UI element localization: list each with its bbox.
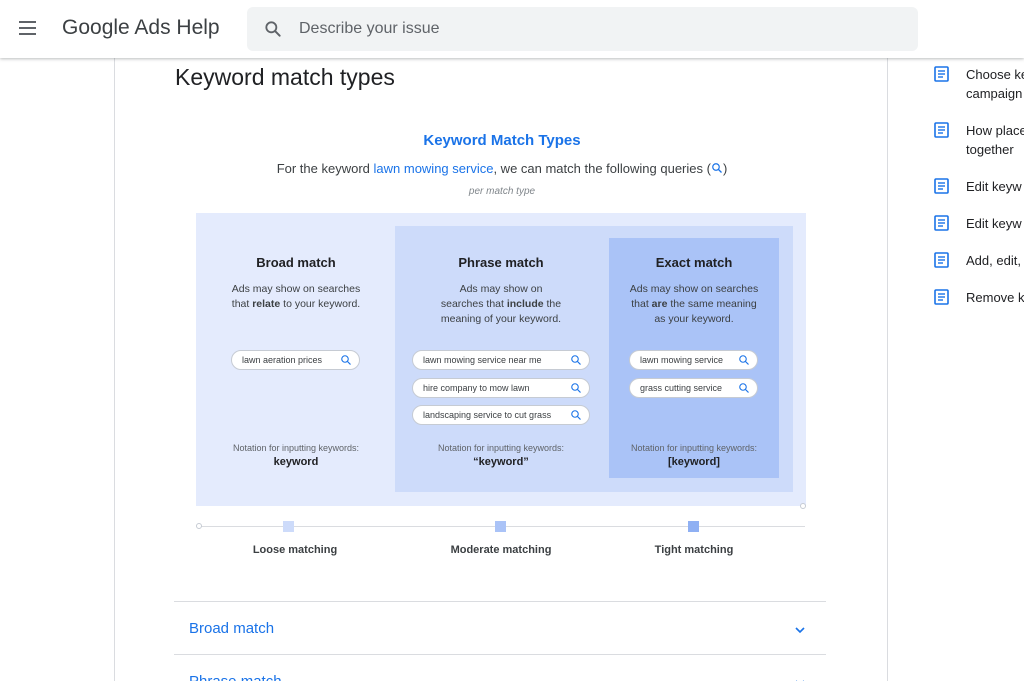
query-pill: hire company to mow lawn [412,378,590,398]
phrase-heading: Phrase match [458,255,544,270]
phrase-notation-label: Notation for inputting keywords: [437,443,565,453]
exact-heading: Exact match [655,255,733,270]
document-icon [934,215,949,231]
exact-notation-value: [keyword] [668,456,720,468]
broad-desc-line2: that relate to your keyword. [231,298,361,310]
figure-subtitle: For the keyword lawn mowing service, we … [0,161,1004,176]
query-pill: grass cutting service [629,378,758,398]
loose-matching-label: Loose matching [252,544,338,556]
chevron-down-icon[interactable] [792,622,808,638]
phrase-desc-line3: meaning of your keyword. [440,313,562,325]
search-icon [571,383,581,393]
exact-desc-line2: that are the same meaning [631,298,757,310]
search-icon [712,163,722,173]
moderate-marker [495,521,506,532]
search-icon [571,410,581,420]
sidebar-item-label: How place together [966,123,1024,157]
search-icon [739,355,749,365]
subtitle-prefix: For the keyword [276,161,374,176]
app-title[interactable]: Google Ads Help [62,16,220,40]
subtitle-keyword: lawn mowing service [373,161,494,176]
search-icon [341,355,351,365]
sidebar-item-label: Add, edit, [966,253,1021,268]
broad-notation-value: keyword [273,456,319,468]
per-match-type-caption: per match type [468,186,536,197]
exact-desc-line3: as your keyword. [654,313,734,325]
menu-icon[interactable] [17,17,39,39]
query-pill: landscaping service to cut grass [412,405,590,425]
exact-notation-label: Notation for inputting keywords: [630,443,758,453]
chevron-down-icon[interactable] [792,675,808,681]
document-icon [934,178,949,194]
phrase-notation-value: “keyword” [473,456,529,468]
scale-start-dot [196,523,202,529]
accordion-broad-match[interactable]: Broad match [174,601,826,655]
sidebar-item-label: Choose ke campaign [966,67,1024,101]
sidebar-item-label: Remove k [966,290,1024,305]
top-app-bar: Google Ads Help [0,0,1024,58]
subtitle-suffix: , we can match the following queries ( [493,161,711,176]
phrase-desc-line1: Ads may show on [459,283,543,295]
broad-desc-line1: Ads may show on searches [231,283,361,295]
tight-matching-label: Tight matching [654,544,734,556]
exact-description: Ads may show on searches that are the sa… [609,282,779,327]
subtitle-close: ) [722,161,728,176]
document-icon [934,252,949,268]
exact-desc-line1: Ads may show on searches [629,283,759,295]
broad-notation-label: Notation for inputting keywords: [232,443,360,453]
broad-description: Ads may show on searches that relate to … [206,282,386,312]
scale-end-dot [800,503,806,509]
moderate-matching-label: Moderate matching [450,544,552,556]
sidebar-item-label: Edit keyw [966,216,1022,231]
search-icon [739,383,749,393]
search-input[interactable] [299,7,899,51]
sidebar-item-label: Edit keyw [966,179,1022,194]
document-icon [934,66,949,82]
page-title: Keyword match types [175,64,395,90]
accordion-label: Broad match [189,620,275,637]
accordion-label: Phrase match [189,673,282,681]
tight-marker [688,521,699,532]
broad-heading: Broad match [256,255,336,270]
phrase-desc-line2: searches that include the [440,298,562,310]
figure-title: Keyword Match Types [423,132,581,149]
query-pill: lawn aeration prices [231,350,360,370]
loose-marker [283,521,294,532]
document-icon [934,122,949,138]
phrase-description: Ads may show on searches that include th… [411,282,591,327]
query-pill: lawn mowing service [629,350,758,370]
accordion-phrase-match[interactable]: Phrase match [174,654,826,681]
search-bar[interactable] [247,7,918,51]
search-icon [571,355,581,365]
query-pill: lawn mowing service near me [412,350,590,370]
document-icon [934,289,949,305]
search-icon[interactable] [263,19,283,39]
